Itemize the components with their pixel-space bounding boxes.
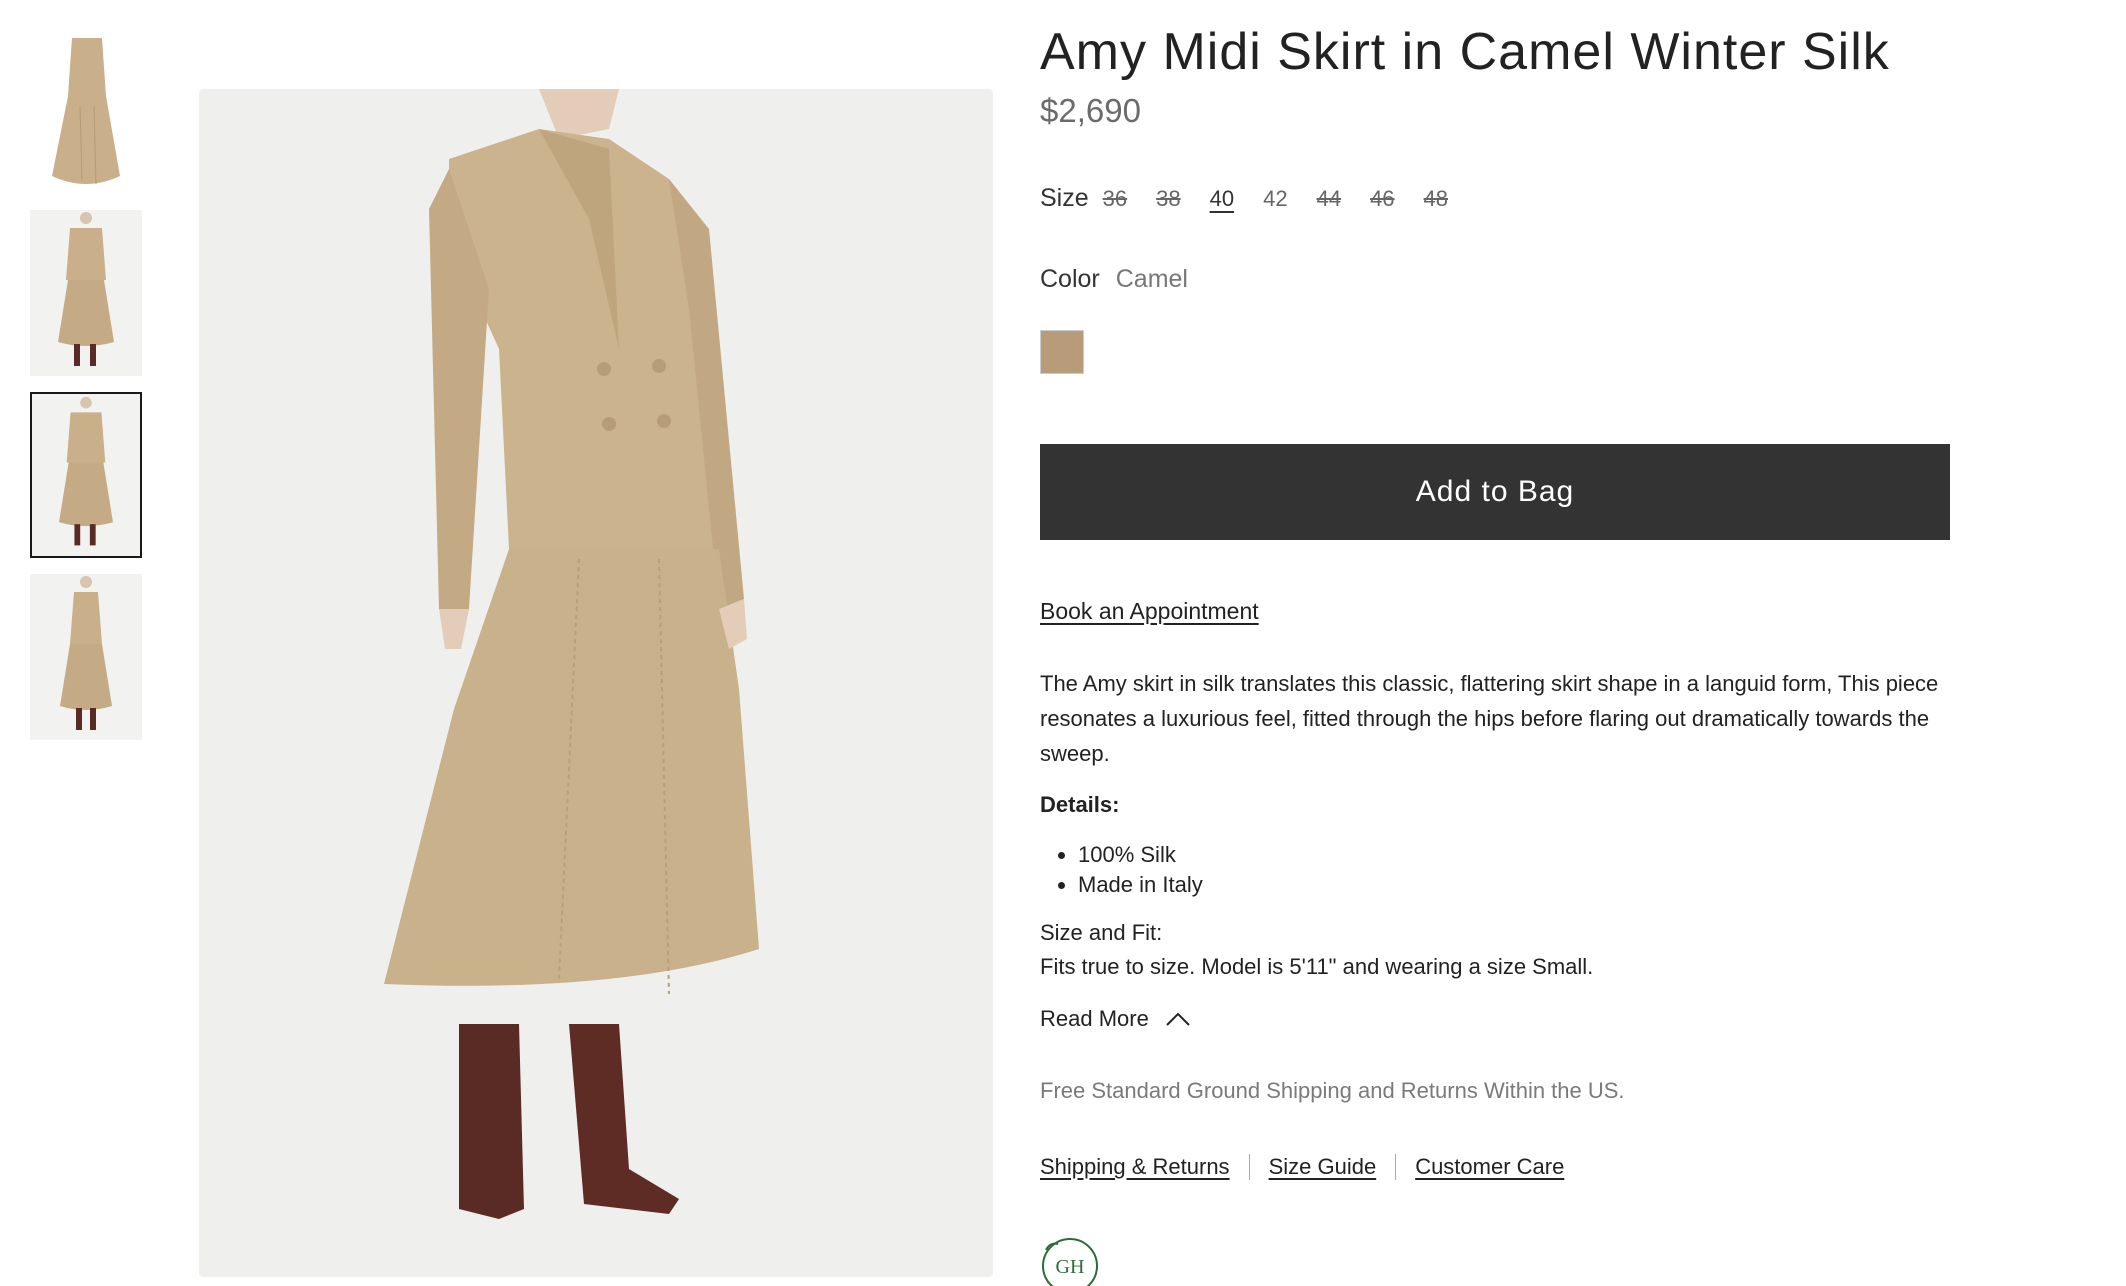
size-option-44[interactable]: 44 [1317, 186, 1341, 212]
size-option-40[interactable]: 40 [1210, 186, 1234, 212]
thumbnail-4[interactable] [30, 574, 142, 740]
brand-logo-icon: GH [1042, 1238, 1098, 1286]
thumbnail-2[interactable] [30, 210, 142, 376]
link-divider [1395, 1154, 1397, 1180]
color-selector: Color Camel [1040, 265, 1188, 294]
link-divider [1248, 1154, 1250, 1180]
details-item: Made in Italy [1078, 870, 1203, 900]
book-appointment-link[interactable]: Book an Appointment [1040, 598, 1259, 625]
model-illustration [384, 89, 759, 1219]
color-value: Camel [1115, 265, 1188, 293]
thumbnail-3[interactable] [30, 392, 142, 558]
size-option-42[interactable]: 42 [1263, 186, 1287, 212]
thumbnail-2-image [58, 212, 114, 366]
product-title: Amy Midi Skirt in Camel Winter Silk [1040, 23, 1890, 81]
size-label: Size [1040, 184, 1089, 212]
brand-logo-text: GH [1056, 1256, 1085, 1278]
size-fit-text: Fits true to size. Model is 5'11" and we… [1040, 954, 1594, 979]
size-option-48[interactable]: 48 [1424, 186, 1448, 212]
thumbnail-4-image [60, 576, 112, 730]
size-option-46[interactable]: 46 [1370, 186, 1394, 212]
info-links: Shipping & Returns Size Guide Customer C… [1040, 1154, 1564, 1180]
color-label: Color [1040, 265, 1100, 293]
details-list: 100% Silk Made in Italy [1078, 840, 1203, 900]
shipping-note: Free Standard Ground Shipping and Return… [1040, 1078, 1625, 1103]
size-fit-heading: Size and Fit: [1040, 920, 1163, 945]
shipping-returns-link[interactable]: Shipping & Returns [1040, 1154, 1230, 1180]
details-item: 100% Silk [1078, 840, 1203, 870]
chevron-up-icon [1166, 1012, 1190, 1026]
size-selector: Size 36 38 40 42 44 46 48 [1040, 184, 1477, 213]
customer-care-link[interactable]: Customer Care [1415, 1154, 1564, 1180]
size-option-38[interactable]: 38 [1156, 186, 1180, 212]
read-more-label: Read More [1040, 1006, 1149, 1031]
thumbnail-3-image [59, 396, 113, 546]
read-more-toggle[interactable]: Read More [1040, 1006, 1191, 1032]
add-to-bag-button[interactable]: Add to Bag [1040, 444, 1950, 540]
details-heading: Details: [1040, 792, 1120, 817]
product-price: $2,690 [1040, 92, 1141, 129]
color-swatch-camel[interactable] [1040, 330, 1084, 374]
size-guide-link[interactable]: Size Guide [1269, 1154, 1377, 1180]
thumbnail-1-image [52, 38, 120, 185]
main-product-image[interactable] [199, 89, 993, 1277]
thumbnail-1[interactable] [30, 36, 142, 202]
product-description: The Amy skirt in silk translates this cl… [1040, 671, 1939, 766]
size-option-36[interactable]: 36 [1103, 186, 1127, 212]
